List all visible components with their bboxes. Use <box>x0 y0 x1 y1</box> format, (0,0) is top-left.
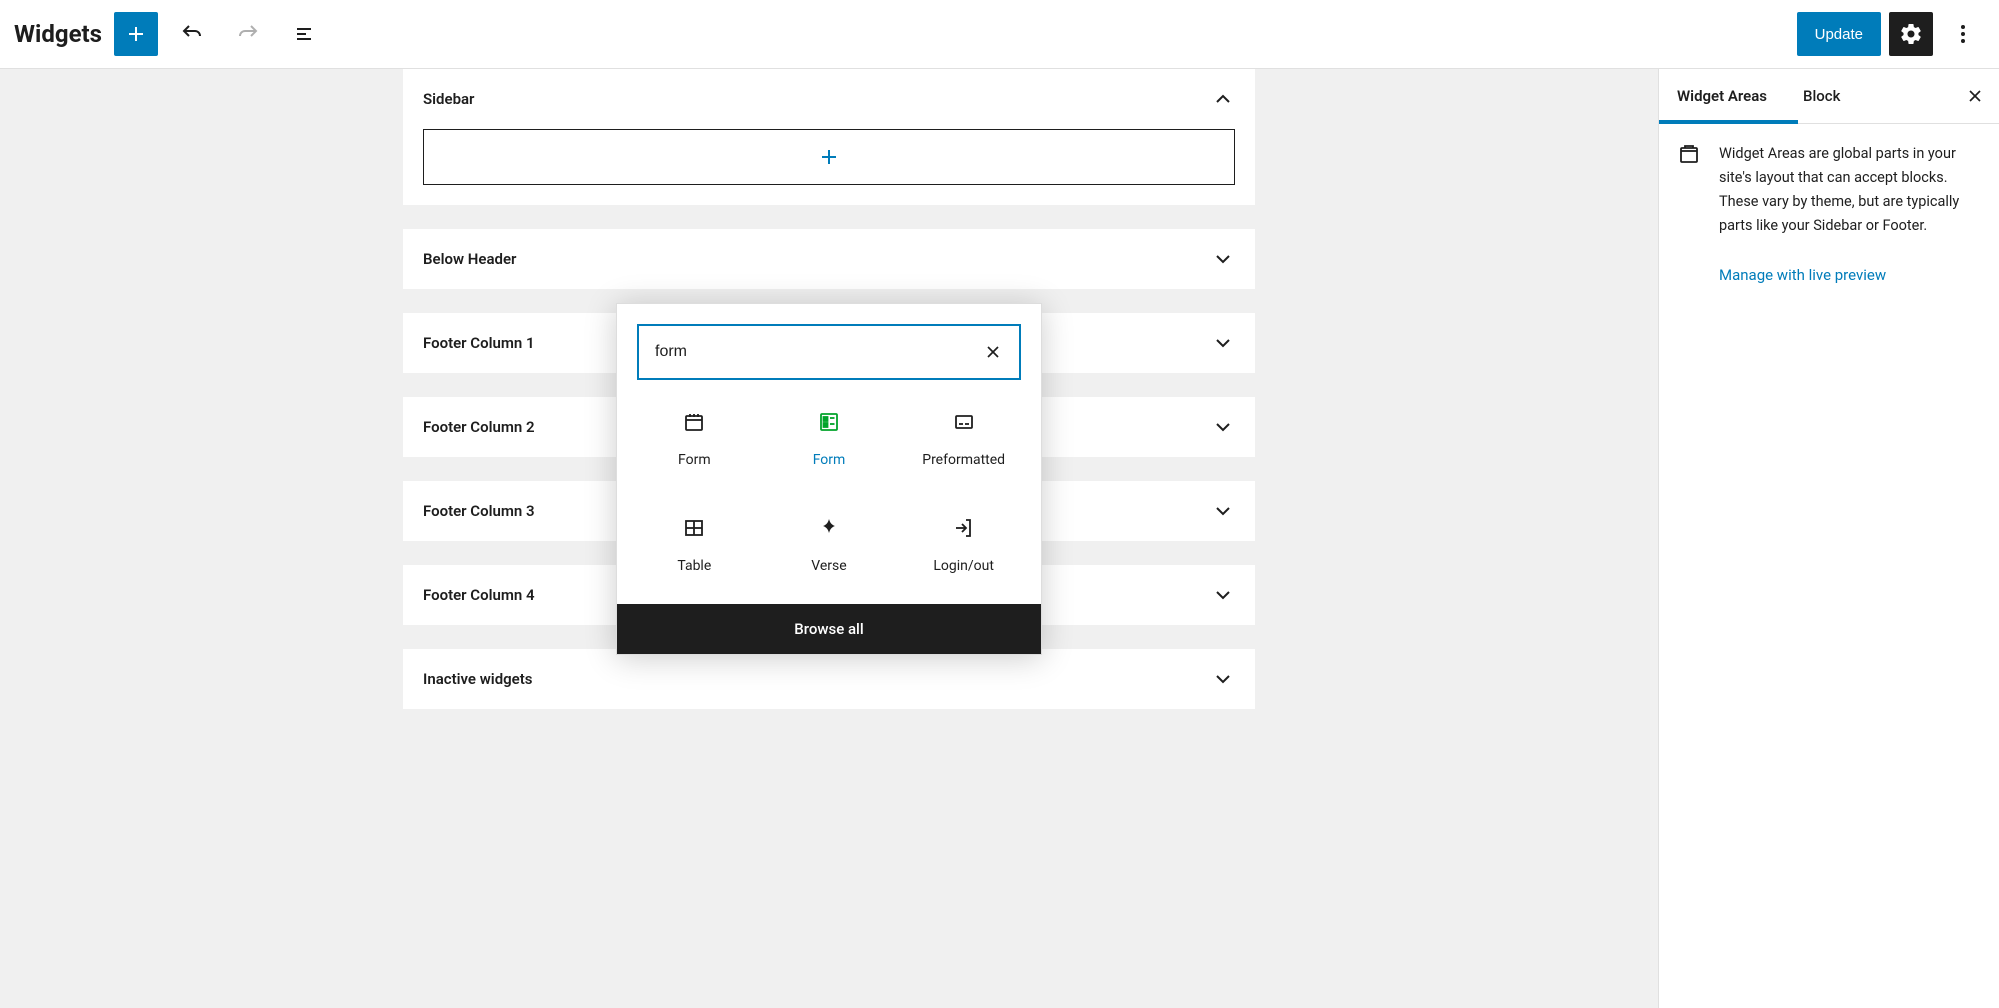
block-item-label: Login/out <box>933 558 994 574</box>
widget-area-name: Footer Column 1 <box>423 334 535 352</box>
verse-icon <box>817 516 841 540</box>
gear-icon <box>1899 22 1923 46</box>
chevron-down-icon <box>1211 247 1235 271</box>
plus-icon <box>817 145 841 169</box>
widget-area-icon <box>1677 142 1701 166</box>
close-icon <box>983 342 1003 362</box>
form-icon <box>817 410 841 434</box>
more-options-button[interactable] <box>1941 12 1985 56</box>
add-block-button[interactable] <box>114 12 158 56</box>
chevron-down-icon <box>1211 331 1235 355</box>
manage-live-preview-link[interactable]: Manage with live preview <box>1659 256 1999 302</box>
tab-widget-areas[interactable]: Widget Areas <box>1659 69 1785 123</box>
block-item[interactable]: Table <box>627 506 762 584</box>
widget-area-name: Footer Column 3 <box>423 502 535 520</box>
block-item[interactable]: Verse <box>762 506 897 584</box>
undo-button[interactable] <box>170 12 214 56</box>
widget-area-header[interactable]: Inactive widgets <box>403 649 1255 709</box>
block-inserter-popup: FormFormPreformattedTableVerseLogin/out … <box>616 303 1042 655</box>
browse-all-button[interactable]: Browse all <box>617 604 1041 654</box>
clear-search-button[interactable] <box>983 342 1003 362</box>
widget-area-name: Inactive widgets <box>423 670 533 688</box>
widget-area-name: Below Header <box>423 250 516 268</box>
login-icon <box>952 516 976 540</box>
widget-area-name: Footer Column 2 <box>423 418 535 436</box>
block-item-label: Preformatted <box>922 452 1005 468</box>
block-item[interactable]: Form <box>762 400 897 478</box>
close-icon <box>1965 86 1985 106</box>
block-item-label: Verse <box>811 558 846 574</box>
chevron-up-icon <box>1211 87 1235 111</box>
widget-area-header[interactable]: Sidebar <box>403 69 1255 129</box>
plus-icon <box>124 22 148 46</box>
widget-area-header[interactable]: Below Header <box>403 229 1255 289</box>
preformatted-icon <box>952 410 976 434</box>
chevron-down-icon <box>1211 583 1235 607</box>
chevron-down-icon <box>1211 499 1235 523</box>
page-title: Widgets <box>14 20 102 48</box>
block-item-label: Table <box>677 558 711 574</box>
block-search-input-wrapper[interactable] <box>637 324 1021 380</box>
redo-button[interactable] <box>226 12 270 56</box>
list-view-button[interactable] <box>282 12 326 56</box>
widget-area-name: Sidebar <box>423 90 474 108</box>
block-item[interactable]: Login/out <box>896 506 1031 584</box>
settings-button[interactable] <box>1889 12 1933 56</box>
tab-block[interactable]: Block <box>1785 69 1858 123</box>
chevron-down-icon <box>1211 667 1235 691</box>
redo-icon <box>236 22 260 46</box>
undo-icon <box>180 22 204 46</box>
settings-sidebar: Widget Areas Block Widget Areas are glob… <box>1658 69 1999 1008</box>
block-item-label: Form <box>678 452 711 468</box>
table-icon <box>682 516 706 540</box>
chevron-down-icon <box>1211 415 1235 439</box>
add-block-appender[interactable] <box>423 129 1235 185</box>
widget-area-name: Footer Column 4 <box>423 586 535 604</box>
block-item-label: Form <box>813 452 846 468</box>
block-search-input[interactable] <box>655 343 983 361</box>
block-item[interactable]: Form <box>627 400 762 478</box>
kebab-icon <box>1951 22 1975 46</box>
update-button[interactable]: Update <box>1797 12 1881 56</box>
widget-area-description: Widget Areas are global parts in your si… <box>1719 142 1981 238</box>
close-sidebar-button[interactable] <box>1951 86 1999 106</box>
list-view-icon <box>292 22 316 46</box>
block-item[interactable]: Preformatted <box>896 400 1031 478</box>
calendar-icon <box>682 410 706 434</box>
